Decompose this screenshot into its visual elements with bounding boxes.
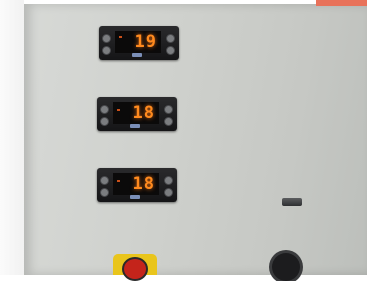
emergency-stop-knob[interactable] [124,259,146,279]
controller-button[interactable] [100,105,109,114]
controller-button[interactable] [164,105,173,114]
brand-logo [132,53,142,57]
temperature-controller: 18 [97,168,177,202]
controller-button[interactable] [100,188,109,197]
temperature-readout: 19 [134,32,157,52]
controller-display: 18 [113,173,159,195]
corner-label [316,0,367,6]
temperature-readout: 18 [132,174,155,194]
controller-button[interactable] [164,176,173,185]
brand-logo [130,124,140,128]
temperature-controller: 19 [99,26,179,60]
round-connector-socket [272,253,300,281]
controller-button[interactable] [166,46,175,55]
brand-logo [130,195,140,199]
wall-edge [0,0,24,275]
controller-button[interactable] [100,117,109,126]
controller-display: 19 [115,31,161,53]
controller-button[interactable] [102,46,111,55]
temperature-controller: 18 [97,97,177,131]
status-led [117,109,120,111]
controller-button[interactable] [164,188,173,197]
status-led [117,180,120,182]
controller-button[interactable] [102,34,111,43]
door-latch[interactable] [282,198,302,206]
controller-display: 18 [113,102,159,124]
controller-button[interactable] [164,117,173,126]
controller-button[interactable] [100,176,109,185]
temperature-readout: 18 [132,103,155,123]
control-panel-door [24,4,367,275]
controller-button[interactable] [166,34,175,43]
status-led [119,36,122,38]
emergency-stop-button[interactable] [113,254,157,279]
